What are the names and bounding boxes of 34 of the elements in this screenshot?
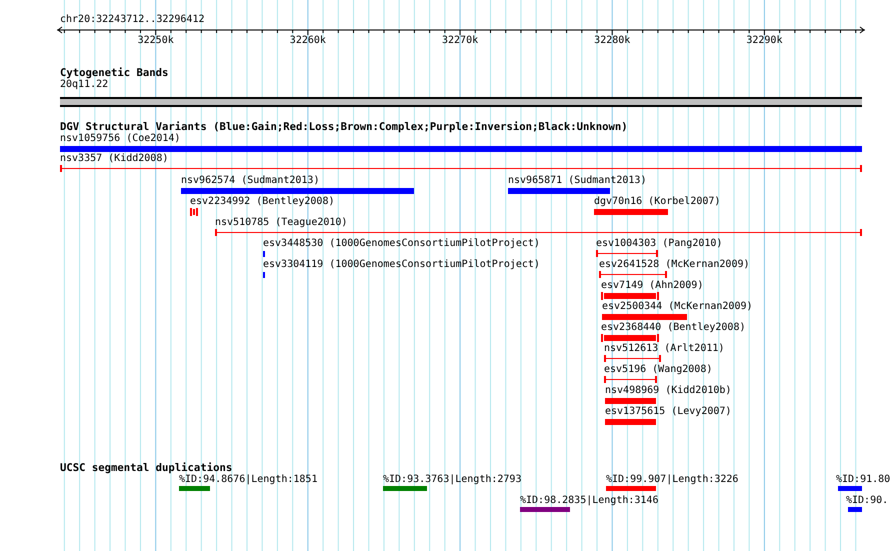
variant-label: esv2641528 (McKernan2009) [599,259,750,271]
variant-label: esv2234992 (Bentley2008) [190,196,334,208]
variant-label: nsv510785 (Teague2010) [215,217,348,229]
variant-label: nsv1059756 (Coe2014) [60,133,180,145]
variant-label: nsv965871 (Sudmant2013) [508,175,646,187]
variant-label: nsv962574 (Sudmant2013) [181,175,320,187]
variant-label: nsv498969 (Kidd2010b) [605,385,732,397]
track-title: DGV Structural Variants (Blue:Gain;Red:Loss;Brown:Complex;Purple:Inversion;Black:Unknown) [60,121,628,133]
variant-label: nsv3357 (Kidd2008) [60,153,168,165]
variant-label: esv7149 (Ahn2009) [601,280,704,292]
tick-label: 32280k [594,35,630,47]
variant-label: esv1375615 (Levy2007) [605,406,732,418]
track-title: Cytogenetic Bands [60,67,168,79]
duplication-label: %ID:93.3763|Length:2793 [383,474,522,486]
duplication-label: %ID:90. [846,495,888,507]
variant-label: esv2368440 (Bentley2008) [601,322,746,334]
duplication-label: %ID:94.8676|Length:1851 [179,474,318,486]
tick-label: 32290k [746,35,782,47]
tick-label: 32250k [138,35,174,47]
duplication-label: %ID:98.2835|Length:3146 [520,495,658,507]
variant-label: esv5196 (Wang2008) [604,364,712,376]
tick-label: 32270k [442,35,478,47]
variant-label: esv2500344 (McKernan2009) [602,301,753,313]
coordinate-range: chr20:32243712..32296412 [60,14,204,26]
variant-label: dgv70n16 (Korbel2007) [594,196,720,208]
variant-label: esv1004303 (Pang2010) [596,238,722,250]
duplication-label: %ID:99.907|Length:3226 [606,474,738,486]
band-label: 20q11.22 [60,79,108,91]
variant-label: nsv512613 (Arlt2011) [604,343,724,355]
variant-label: esv3448530 (1000GenomesConsortiumPilotProject) [263,238,540,250]
tick-label: 32260k [290,35,326,47]
track-title: UCSC segmental duplications [60,462,232,474]
variant-label: esv3304119 (1000GenomesConsortiumPilotProject) [263,259,540,271]
duplication-label: %ID:91.80 [836,474,890,486]
